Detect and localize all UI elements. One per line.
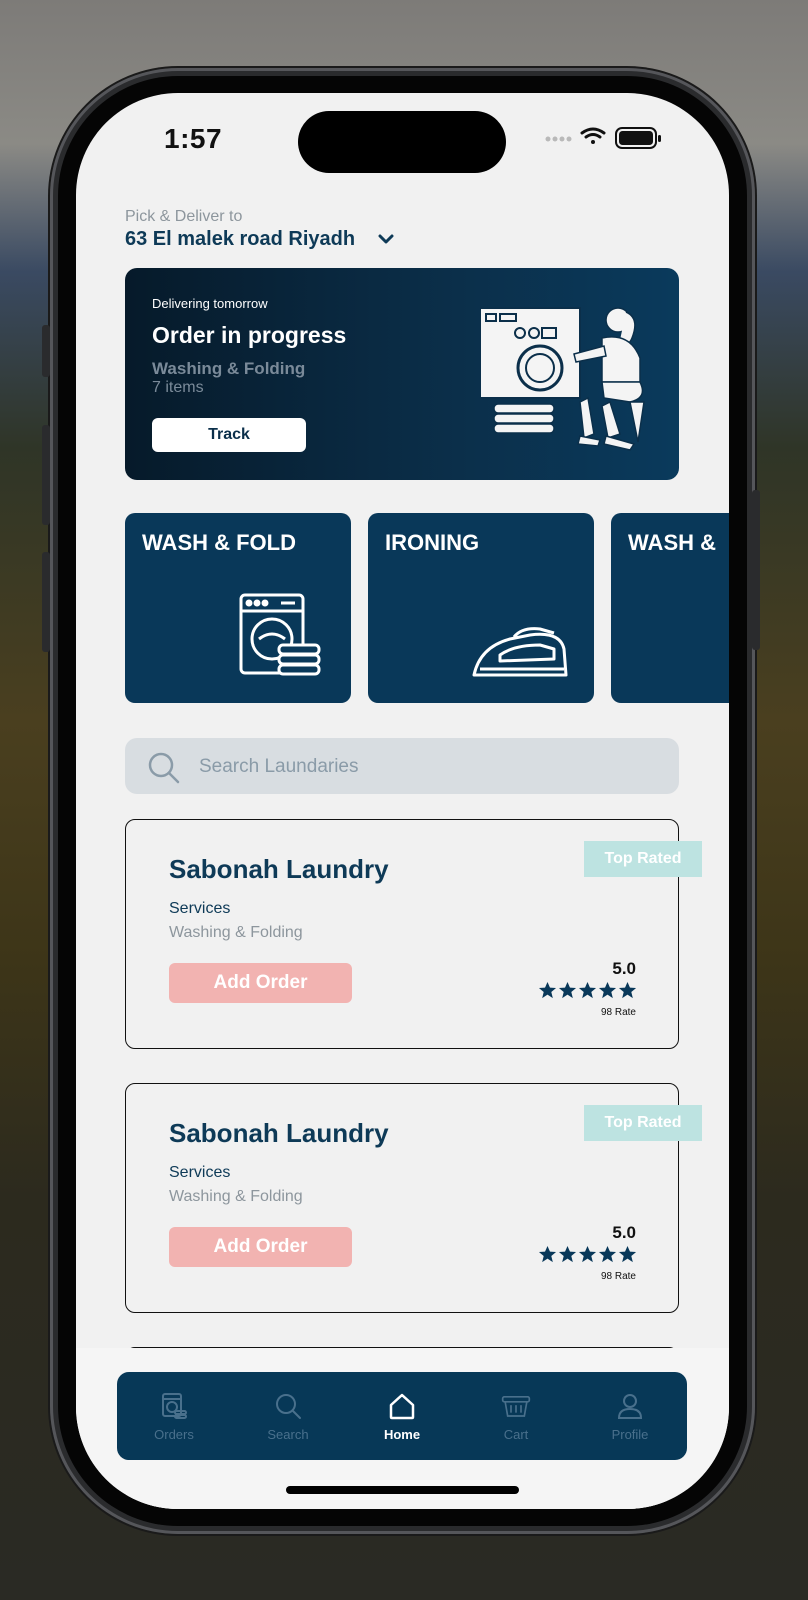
delivery-subtitle: Delivering tomorrow: [152, 296, 268, 311]
status-time: 1:57: [164, 123, 223, 154]
home-icon: [389, 1393, 415, 1419]
laundry-name: Sabonah Laundry: [169, 1118, 389, 1148]
services-label: Services: [169, 1164, 231, 1181]
add-order-button[interactable]: Add Order: [169, 1227, 352, 1267]
tab-label: Cart: [503, 1426, 529, 1442]
tab-search[interactable]: Search: [243, 1391, 333, 1442]
services-value: Washing & Folding: [169, 924, 303, 941]
laundry-card[interactable]: Sabonah Laundry Services Washing & Foldi…: [125, 1083, 702, 1313]
wifi-icon: [580, 127, 606, 144]
services-value: Washing & Folding: [169, 1188, 303, 1205]
washing-machine-icon: [239, 593, 321, 676]
search-bar: [125, 738, 679, 796]
home-indicator: [286, 1486, 519, 1494]
power-button: [752, 490, 760, 650]
rating-value: 5.0: [612, 959, 636, 978]
address-label: Pick & Deliver to: [125, 208, 243, 225]
orders-icon: [162, 1392, 187, 1419]
tab-cart[interactable]: Cart: [471, 1391, 561, 1442]
star-icon: [538, 981, 557, 999]
star-rating: [538, 1245, 637, 1264]
track-button[interactable]: Track: [152, 418, 306, 452]
iron-icon: [472, 627, 568, 677]
chevron-down-icon[interactable]: [376, 229, 396, 249]
category-wash-fold[interactable]: WASH & FOLD: [125, 513, 351, 703]
tab-profile[interactable]: Profile: [585, 1391, 675, 1442]
category-label: WASH &: [628, 530, 716, 555]
top-rated-badge: Top Rated: [584, 1105, 702, 1141]
star-icon: [618, 1245, 637, 1263]
star-icon: [578, 1245, 597, 1263]
star-icon: [578, 981, 597, 999]
search-icon: [276, 1393, 301, 1419]
action-button: [42, 325, 50, 377]
app-screen: 1:57 Pick & Deliver to 63 El malek road …: [76, 93, 729, 1509]
laundry-illustration: [480, 307, 645, 451]
category-wash-extra[interactable]: WASH &: [611, 513, 729, 703]
order-item-count: 7 items: [152, 379, 204, 396]
order-progress-banner: Delivering tomorrow Order in progress Wa…: [125, 268, 679, 480]
category-ironing[interactable]: IRONING: [368, 513, 594, 703]
tab-bar: Orders Search Home Cart Profile: [117, 1372, 687, 1460]
star-icon: [538, 1245, 557, 1263]
order-service: Washing & Folding: [152, 359, 306, 378]
tab-label: Orders: [154, 1426, 194, 1442]
laundry-card[interactable]: Sabonah Laundry Services Washing & Foldi…: [125, 819, 702, 1049]
order-title: Order in progress: [152, 322, 347, 348]
tab-home[interactable]: Home: [357, 1391, 447, 1442]
laundry-name: Sabonah Laundry: [169, 854, 389, 884]
add-order-button[interactable]: Add Order: [169, 963, 352, 1003]
status-icons: [545, 127, 661, 149]
services-label: Services: [169, 900, 231, 917]
volume-up-button: [42, 425, 50, 525]
star-icon: [618, 981, 637, 999]
basket-icon: [501, 1395, 531, 1417]
star-icon: [598, 1245, 617, 1263]
star-rating: [538, 981, 637, 1000]
category-label: WASH & FOLD: [142, 530, 296, 555]
tab-orders[interactable]: Orders: [129, 1391, 219, 1442]
search-icon: [148, 752, 180, 784]
rate-count: 98 Rate: [600, 1007, 636, 1018]
star-icon: [558, 1245, 577, 1263]
top-rated-badge: Top Rated: [584, 841, 702, 877]
star-icon: [558, 981, 577, 999]
dynamic-island: [298, 111, 506, 173]
volume-down-button: [42, 552, 50, 652]
category-label: IRONING: [385, 530, 480, 555]
search-input[interactable]: [197, 738, 661, 796]
battery-icon: [615, 127, 661, 149]
tab-label: Profile: [611, 1426, 649, 1442]
signal-icon: [545, 136, 572, 142]
rating-value: 5.0: [612, 1223, 636, 1242]
star-icon: [598, 981, 617, 999]
address-selector[interactable]: 63 El malek road Riyadh: [125, 228, 355, 251]
profile-icon: [617, 1393, 643, 1419]
tab-label: Search: [267, 1426, 309, 1442]
tab-label: Home: [383, 1426, 421, 1442]
rate-count: 98 Rate: [600, 1271, 636, 1282]
